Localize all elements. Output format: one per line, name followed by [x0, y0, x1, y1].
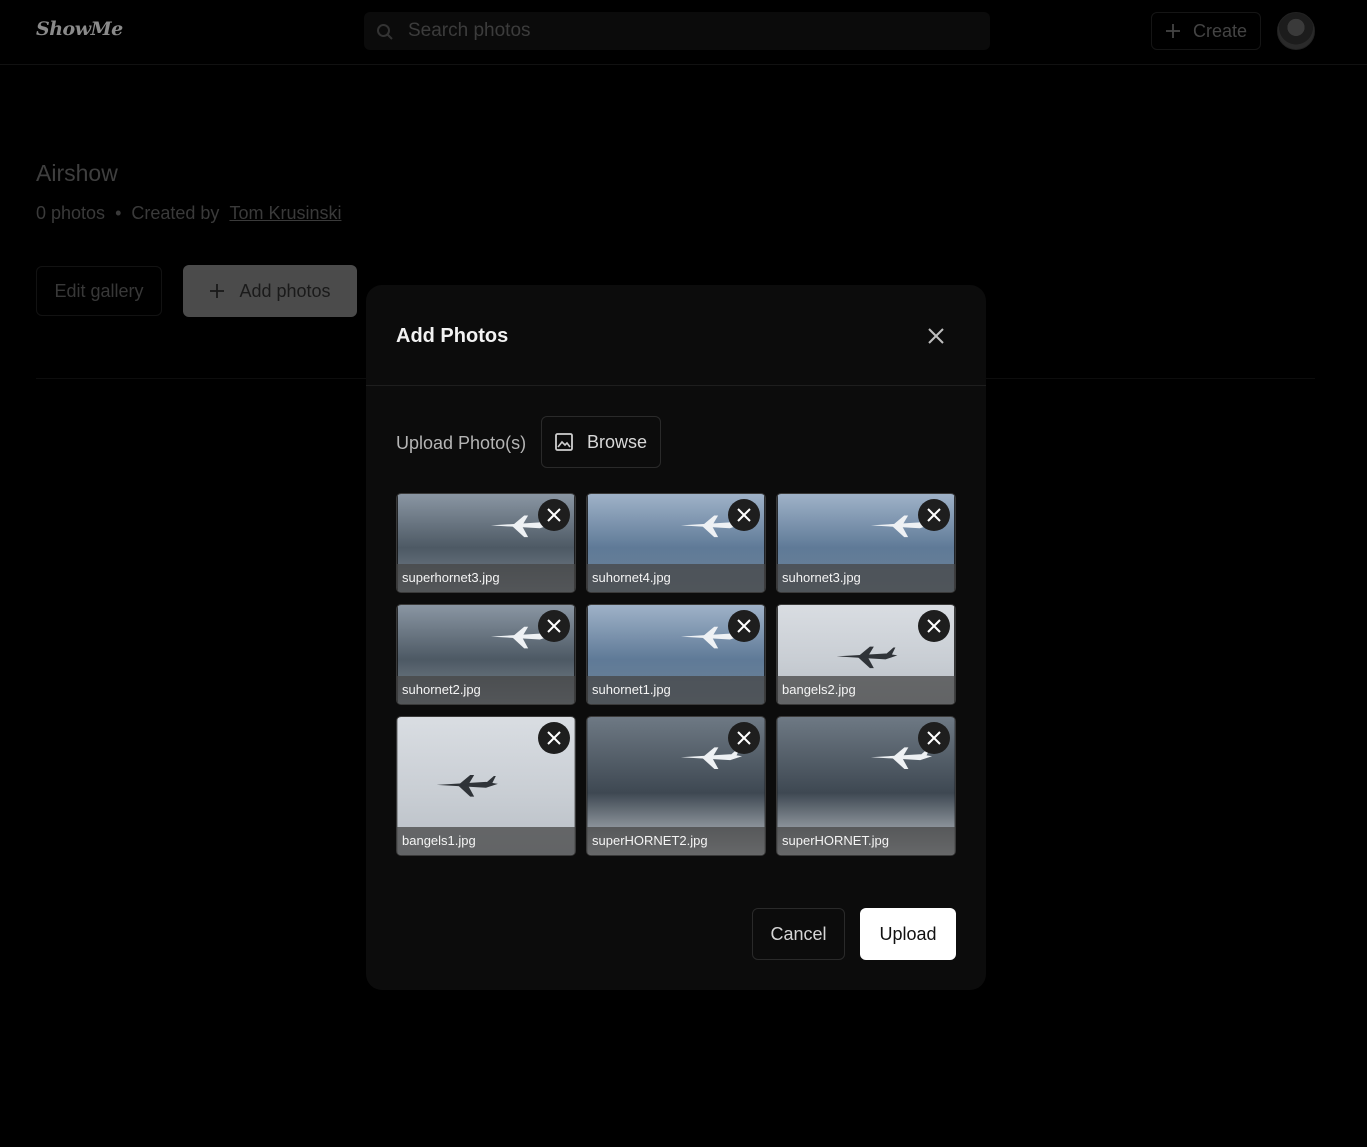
upload-photos-label: Upload Photo(s) — [396, 433, 527, 453]
cancel-button[interactable]: Cancel — [752, 908, 845, 960]
close-icon — [927, 619, 941, 633]
close-icon — [737, 731, 751, 745]
file-tile: suhornet2.jpg — [396, 604, 576, 705]
close-icon — [547, 731, 561, 745]
file-name: suhornet3.jpg — [777, 564, 955, 592]
file-tile: superHORNET2.jpg — [586, 716, 766, 856]
photo-count: 0 photos — [36, 203, 106, 223]
app-logo[interactable]: ShowMe — [36, 18, 123, 40]
close-icon — [927, 508, 941, 522]
meta-separator: • — [115, 203, 122, 223]
file-tile: superhornet3.jpg — [396, 493, 576, 593]
dialog-title: Add Photos — [396, 325, 509, 347]
top-navigation-bar: ShowMe Create — [0, 0, 1367, 65]
remove-file-button[interactable] — [728, 499, 760, 531]
created-by-label: Created by — [131, 203, 220, 223]
remove-file-button[interactable] — [728, 610, 760, 642]
close-icon — [547, 508, 561, 522]
upload-button[interactable]: Upload — [860, 908, 956, 960]
gallery-meta: 0 photos • Created by Tom Krusinski — [36, 203, 341, 224]
remove-file-button[interactable] — [538, 610, 570, 642]
close-icon — [547, 619, 561, 633]
user-avatar[interactable] — [1277, 12, 1315, 50]
plus-icon — [210, 284, 225, 298]
close-icon — [928, 328, 944, 344]
plus-icon — [1165, 24, 1180, 38]
image-icon — [555, 433, 573, 451]
author-link[interactable]: Tom Krusinski — [229, 203, 341, 224]
remove-file-button[interactable] — [918, 499, 950, 531]
search-input[interactable] — [408, 12, 968, 50]
add-photos-label: Add photos — [239, 280, 331, 301]
search-bar — [364, 12, 990, 50]
file-tile: bangels1.jpg — [396, 716, 576, 856]
close-dialog-button[interactable] — [923, 323, 949, 349]
file-tile: suhornet3.jpg — [776, 493, 956, 593]
remove-file-button[interactable] — [918, 610, 950, 642]
file-tile: superHORNET.jpg — [776, 716, 956, 856]
close-icon — [737, 619, 751, 633]
file-name: suhornet1.jpg — [587, 676, 765, 704]
remove-file-button[interactable] — [538, 722, 570, 754]
create-button[interactable]: Create — [1151, 12, 1261, 50]
file-tile: suhornet4.jpg — [586, 493, 766, 593]
gallery-title: Airshow — [36, 160, 118, 186]
browse-button[interactable]: Browse — [541, 416, 661, 468]
edit-gallery-button[interactable]: Edit gallery — [36, 266, 162, 316]
remove-file-button[interactable] — [538, 499, 570, 531]
search-icon — [377, 24, 393, 40]
file-tile: bangels2.jpg — [776, 604, 956, 705]
close-icon — [927, 731, 941, 745]
file-name: superHORNET2.jpg — [587, 827, 765, 855]
browse-label: Browse — [587, 431, 648, 452]
file-name: superhornet3.jpg — [397, 564, 575, 592]
add-photos-dialog: Add Photos Upload Photo(s) Browse superh… — [366, 285, 986, 990]
create-button-label: Create — [1192, 20, 1248, 41]
dialog-header: Add Photos — [366, 285, 986, 386]
remove-file-button[interactable] — [918, 722, 950, 754]
file-name: suhornet4.jpg — [587, 564, 765, 592]
file-name: bangels1.jpg — [397, 827, 575, 855]
remove-file-button[interactable] — [728, 722, 760, 754]
close-icon — [737, 508, 751, 522]
file-name: suhornet2.jpg — [397, 676, 575, 704]
file-tile: suhornet1.jpg — [586, 604, 766, 705]
file-name: bangels2.jpg — [777, 676, 955, 704]
add-photos-button[interactable]: Add photos — [183, 265, 357, 317]
file-name: superHORNET.jpg — [777, 827, 955, 855]
